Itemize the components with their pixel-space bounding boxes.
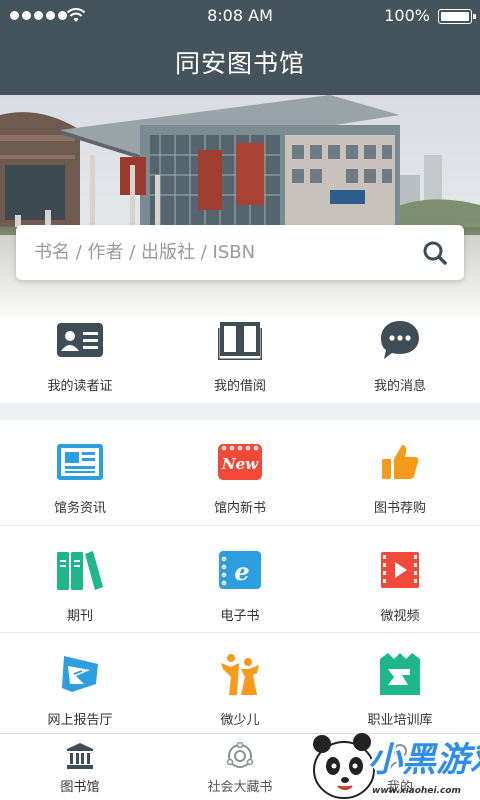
journals-button[interactable]: 期刊 [0, 548, 160, 632]
thumbs-up-icon [382, 445, 419, 479]
library-banner[interactable] [0, 95, 480, 325]
new-books-label: 馆内新书 [213, 501, 266, 516]
lecture-hall-icon [62, 656, 98, 692]
page-title: 同安图书馆 [174, 49, 305, 78]
children-icon [221, 654, 259, 695]
my-borrowing-button[interactable]: 我的借阅 [160, 318, 320, 402]
feature-grid-row-3: 网上报告厅 微少儿 职业培训库 [0, 652, 480, 732]
reader-card-label: 我的读者证 [47, 379, 113, 394]
new-books-button[interactable]: New 馆内新书 [160, 440, 320, 524]
section-gap [0, 403, 480, 420]
online-lecture-label: 网上报告厅 [47, 713, 113, 728]
my-messages-button[interactable]: 我的消息 [320, 318, 480, 402]
tab-community-books-label: 社会大藏书 [207, 780, 273, 795]
search-input[interactable] [34, 225, 414, 280]
reader-card-button[interactable]: 我的读者证 [0, 318, 160, 402]
vocational-training-button[interactable]: 职业培训库 [320, 652, 480, 732]
quick-actions: 我的读者证 我的借阅 我的消息 [0, 318, 480, 402]
bottom-tab-bar: 图书馆 社会大藏书 我的 [0, 733, 480, 800]
online-lecture-button[interactable]: 网上报告厅 [0, 652, 160, 732]
my-borrowing-label: 我的借阅 [213, 379, 266, 394]
tab-community-books[interactable]: 社会大藏书 [160, 734, 320, 800]
battery-icon [438, 9, 476, 24]
feature-grid-row-1: 馆务资讯 New 馆内新书 图书荐购 [0, 440, 480, 524]
library-icon [67, 743, 93, 769]
ebooks-button[interactable]: e 电子书 [160, 548, 320, 632]
app-header: 8:08 AM 100% 同安图书馆 [0, 0, 480, 95]
svg-text:e: e [234, 557, 249, 586]
kids-button[interactable]: 微少儿 [160, 652, 320, 732]
tab-library[interactable]: 图书馆 [0, 734, 160, 800]
chat-bubble-icon [381, 321, 419, 359]
grid-divider [0, 525, 480, 526]
grid-divider [0, 632, 480, 633]
profile-icon [388, 744, 412, 770]
vocational-training-label: 职业培训库 [367, 713, 433, 728]
new-badge-icon: New [218, 444, 262, 480]
tab-library-label: 图书馆 [60, 780, 100, 795]
newspaper-icon [57, 444, 103, 480]
journals-label: 期刊 [66, 609, 93, 624]
tab-profile-label: 我的 [386, 780, 413, 795]
search-box[interactable] [16, 225, 464, 280]
ebooks-label: 电子书 [220, 609, 260, 624]
reader-card-icon [57, 323, 103, 357]
my-messages-label: 我的消息 [373, 379, 426, 394]
journals-icon [57, 551, 103, 590]
library-news-label: 馆务资讯 [53, 501, 106, 516]
tab-profile[interactable]: 我的 [320, 734, 480, 800]
ebook-icon: e [219, 551, 261, 589]
video-icon [381, 552, 419, 588]
feature-grid-row-2: 期刊 e 电子书 微视频 [0, 548, 480, 632]
search-icon[interactable] [422, 240, 448, 266]
open-book-icon [218, 322, 262, 360]
battery-percentage: 100% [384, 6, 430, 25]
micro-video-button[interactable]: 微视频 [320, 548, 480, 632]
svg-text:New: New [221, 455, 259, 473]
micro-video-label: 微视频 [380, 609, 420, 624]
community-books-icon [226, 742, 254, 768]
kids-label: 微少儿 [220, 713, 260, 728]
status-bar: 8:08 AM 100% [0, 0, 480, 32]
book-recommend-button[interactable]: 图书荐购 [320, 440, 480, 524]
book-recommend-label: 图书荐购 [373, 501, 426, 516]
library-building-photo [0, 95, 480, 325]
library-news-button[interactable]: 馆务资讯 [0, 440, 160, 524]
training-icon [380, 653, 420, 695]
